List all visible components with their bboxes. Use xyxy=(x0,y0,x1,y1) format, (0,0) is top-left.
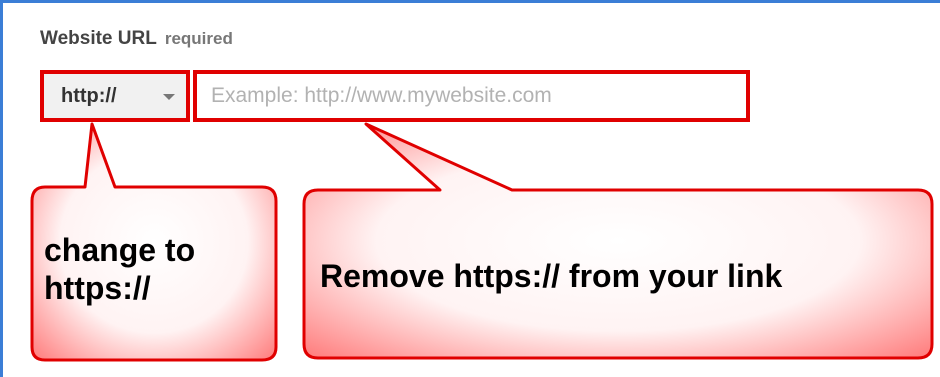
callout-left-text: change to https:// xyxy=(44,231,264,307)
callout-right xyxy=(302,122,934,360)
callout-right-text: Remove https:// from your link xyxy=(320,258,783,294)
callout-layer xyxy=(30,122,934,362)
callout-left-line2: https:// xyxy=(44,270,151,306)
callout-left-line1: change to xyxy=(44,232,196,268)
